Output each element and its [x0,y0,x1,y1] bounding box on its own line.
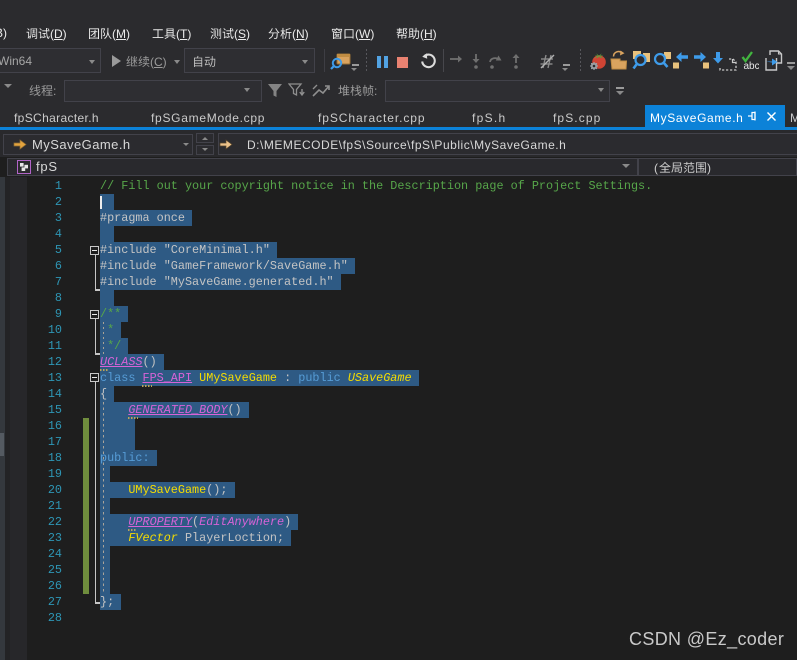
svg-text:abc: abc [744,61,760,71]
